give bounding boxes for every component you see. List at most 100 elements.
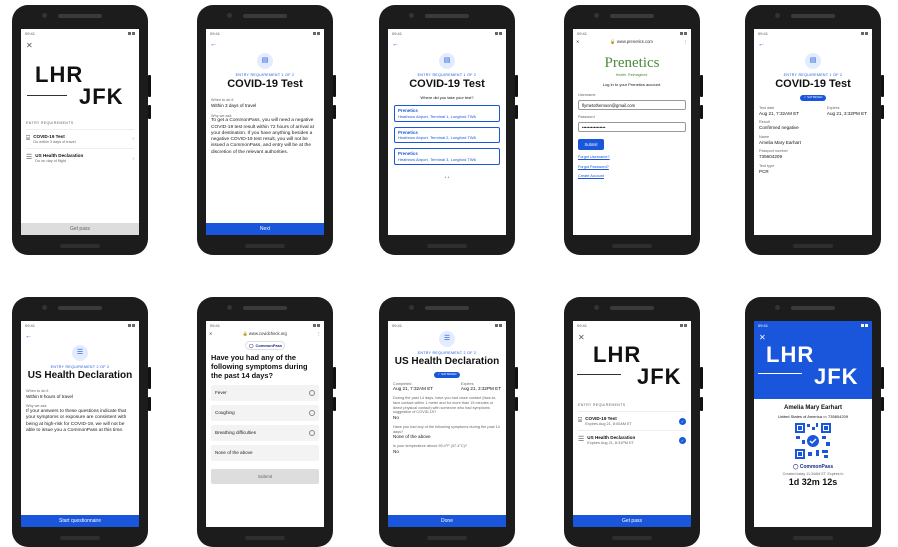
page-title: COVID-19 Test bbox=[409, 78, 485, 91]
phone-1: 09:41 ✕ LHR JFK ENTRY REQUIREMENTS ⌸ COVI… bbox=[12, 5, 151, 255]
close-icon[interactable]: ✕ bbox=[209, 331, 213, 336]
requirement-counter: ENTRY REQUIREMENT 1 OF 2 bbox=[235, 73, 295, 77]
passport-number: 735604209 bbox=[828, 413, 849, 419]
when-value: Within 3 days of travel bbox=[211, 102, 257, 108]
camera bbox=[42, 13, 47, 18]
status-time: 09:41 bbox=[25, 31, 36, 36]
countdown-timer: 1d 32m 12s bbox=[788, 477, 838, 488]
done-button[interactable]: Done bbox=[388, 515, 506, 527]
name-value: Amelia Mary Earhart bbox=[759, 139, 801, 145]
document-icon: ▤ bbox=[257, 53, 273, 69]
answer-option[interactable]: Fever bbox=[211, 384, 319, 401]
screen-commonpass: 09:41 ✕ LHR JFK Amelia Mary Earhart Unit… bbox=[754, 321, 872, 527]
answer-option[interactable]: Breathing difficulties bbox=[211, 424, 319, 441]
more-icon[interactable]: ⋮ bbox=[317, 331, 321, 336]
expires-value: Aug 21, 3:32PM ET bbox=[826, 110, 867, 116]
radio-button[interactable] bbox=[309, 389, 315, 396]
start-questionnaire-button[interactable]: Start questionnaire bbox=[21, 515, 139, 527]
close-icon[interactable]: ✕ bbox=[578, 333, 585, 343]
screen-covid-test-info: 09:41 ← ▤ ENTRY REQUIREMENT 1 OF 2 COVID… bbox=[206, 29, 324, 235]
signal-icons bbox=[128, 31, 135, 36]
status-badge: ✓ SATISFIED bbox=[433, 371, 461, 378]
section-label: ENTRY REQUIREMENTS bbox=[578, 403, 626, 407]
back-arrow-icon[interactable]: ← bbox=[210, 41, 217, 50]
forgot-username-link[interactable]: Forgot Username? bbox=[578, 155, 686, 160]
screen-trip-ready: 09:41 ✕ LHR JFK ENTRY REQUIREMENTS ⌸ COVI… bbox=[573, 321, 691, 527]
status-badge: ✓ SATISFIED bbox=[799, 95, 827, 101]
phone-6: 09:41 ← ☰ ENTRY REQUIREMENT 2 OF 2 US He… bbox=[12, 297, 151, 547]
back-arrow-icon[interactable]: ← bbox=[392, 41, 399, 50]
completed-value: Aug 21, 7:32AM ET bbox=[393, 386, 434, 392]
forgot-password-link[interactable]: Forgot Password? bbox=[578, 165, 686, 170]
create-account-link[interactable]: Create Account bbox=[578, 174, 686, 179]
why-text: To get a CommonPass, you will need a neg… bbox=[211, 118, 314, 155]
radio-button[interactable] bbox=[309, 409, 315, 416]
back-arrow-icon[interactable]: ← bbox=[758, 41, 765, 50]
destination-code: JFK bbox=[79, 84, 124, 109]
brand-text: CommonPass bbox=[255, 343, 283, 349]
document-icon: ▤ bbox=[439, 53, 455, 69]
username-field[interactable]: flymetothemoon@gmail.com bbox=[578, 100, 686, 111]
item-subtitle: Expires Aug 21, 8:31PM ET bbox=[587, 441, 634, 446]
test-type-value: PCR bbox=[759, 168, 769, 174]
holder-name: Amelia Mary Earhart bbox=[783, 405, 843, 411]
answer-option[interactable]: Coughing bbox=[211, 404, 319, 421]
badge-text: SATISFIED bbox=[441, 371, 457, 376]
url-display[interactable]: 🔒 www.prenetics.com bbox=[610, 39, 652, 44]
answer-option[interactable]: None of the above bbox=[211, 444, 319, 461]
location-option[interactable]: Prenetics Heathrow Airport, Terminal 1, L… bbox=[394, 105, 500, 122]
question-text: Where did you take your test? bbox=[420, 95, 474, 101]
test-tube-icon: ⌸ bbox=[26, 134, 31, 142]
checkmark-icon: ✓ bbox=[679, 437, 686, 445]
origin-code: LHR bbox=[766, 342, 815, 367]
password-field[interactable]: •••••••••••••••• bbox=[578, 121, 686, 132]
close-icon[interactable]: ✕ bbox=[26, 41, 33, 51]
requirement-counter: ENTRY REQUIREMENT 2 OF 2 bbox=[417, 351, 477, 355]
get-pass-button[interactable]: Get pass bbox=[573, 515, 691, 527]
commonpass-logo: ◯ CommonPass bbox=[754, 464, 872, 470]
location-option[interactable]: Prenetics Heathrow Airport, Terminal 3, L… bbox=[394, 148, 500, 165]
list-item[interactable]: ⌸ COVID-19 Test Expires Aug 21, 8:00AM ET … bbox=[578, 411, 686, 430]
back-arrow-icon[interactable]: ← bbox=[25, 333, 32, 342]
commonpass-logo: ◯ CommonPass bbox=[245, 341, 285, 351]
test-tube-icon: ⌸ bbox=[578, 416, 583, 424]
question-1: During the past 14 days, have you had cl… bbox=[393, 396, 497, 415]
url-display[interactable]: 🔒 www.covidcheck.org bbox=[243, 331, 287, 336]
page-title: COVID-19 Test bbox=[227, 78, 303, 91]
list-item[interactable]: ☰ US Health Declaration Expires Aug 21, 8:… bbox=[578, 430, 686, 449]
passport-value: 735604209 bbox=[759, 154, 782, 160]
status-time: 09:41 bbox=[392, 323, 403, 328]
origin-code: LHR bbox=[35, 62, 84, 87]
commonpass-ring-icon: ◯ bbox=[792, 463, 799, 470]
list-item[interactable]: ⌸ COVID-19 Test Do within 3 days of travel… bbox=[26, 129, 134, 148]
commonpass-ring-icon: ◯ bbox=[249, 343, 254, 349]
qr-code bbox=[794, 421, 832, 460]
requirement-counter: ENTRY REQUIREMENT 1 OF 2 bbox=[417, 73, 477, 77]
screen-trip-overview: 09:41 ✕ LHR JFK ENTRY REQUIREMENTS ⌸ COVI… bbox=[21, 29, 139, 235]
status-time: 09:41 bbox=[758, 323, 769, 328]
close-icon[interactable]: ✕ bbox=[759, 333, 766, 343]
route-line bbox=[577, 374, 621, 375]
why-text: If your answers to these questions indic… bbox=[26, 409, 127, 433]
location-option[interactable]: Prenetics Heathrow Airport, Terminal 2, L… bbox=[394, 126, 500, 144]
phone-4: 09:41 ✕ 🔒 www.prenetics.com ⋮ Prenetics He… bbox=[564, 5, 703, 255]
radio-button[interactable] bbox=[309, 429, 315, 436]
phone-9: 09:41 ✕ LHR JFK ENTRY REQUIREMENTS ⌸ COVI… bbox=[564, 297, 703, 547]
submit-button[interactable]: Submit bbox=[211, 468, 319, 485]
option-address: Heathrow Airport, Terminal 2, Longford T… bbox=[398, 135, 476, 141]
screen-prenetics-login: 09:41 ✕ 🔒 www.prenetics.com ⋮ Prenetics He… bbox=[573, 29, 691, 235]
phone-7: 09:41 ✕ 🔒 www.covidcheck.org ⋮ ◯ CommonPass… bbox=[197, 297, 336, 547]
test-date-value: Aug 21, 7:32AM ET bbox=[759, 110, 800, 116]
next-button[interactable]: Next bbox=[206, 223, 324, 235]
more-icon[interactable]: ⋮ bbox=[684, 39, 688, 44]
prenetics-logo: Prenetics bbox=[604, 55, 660, 72]
question-text: Have you had any of the following sympto… bbox=[211, 353, 308, 380]
status-time: 09:41 bbox=[392, 31, 403, 36]
route-line bbox=[27, 95, 67, 96]
close-icon[interactable]: ✕ bbox=[576, 39, 580, 44]
checklist-icon: ☰ bbox=[26, 154, 33, 162]
get-pass-button[interactable]: Get pass bbox=[21, 223, 139, 235]
when-value: Within 8 hours of travel bbox=[26, 393, 73, 399]
submit-button[interactable]: Submit bbox=[578, 138, 604, 150]
list-item[interactable]: ☰ US Health Declaration Do on day of fligh… bbox=[26, 148, 134, 167]
